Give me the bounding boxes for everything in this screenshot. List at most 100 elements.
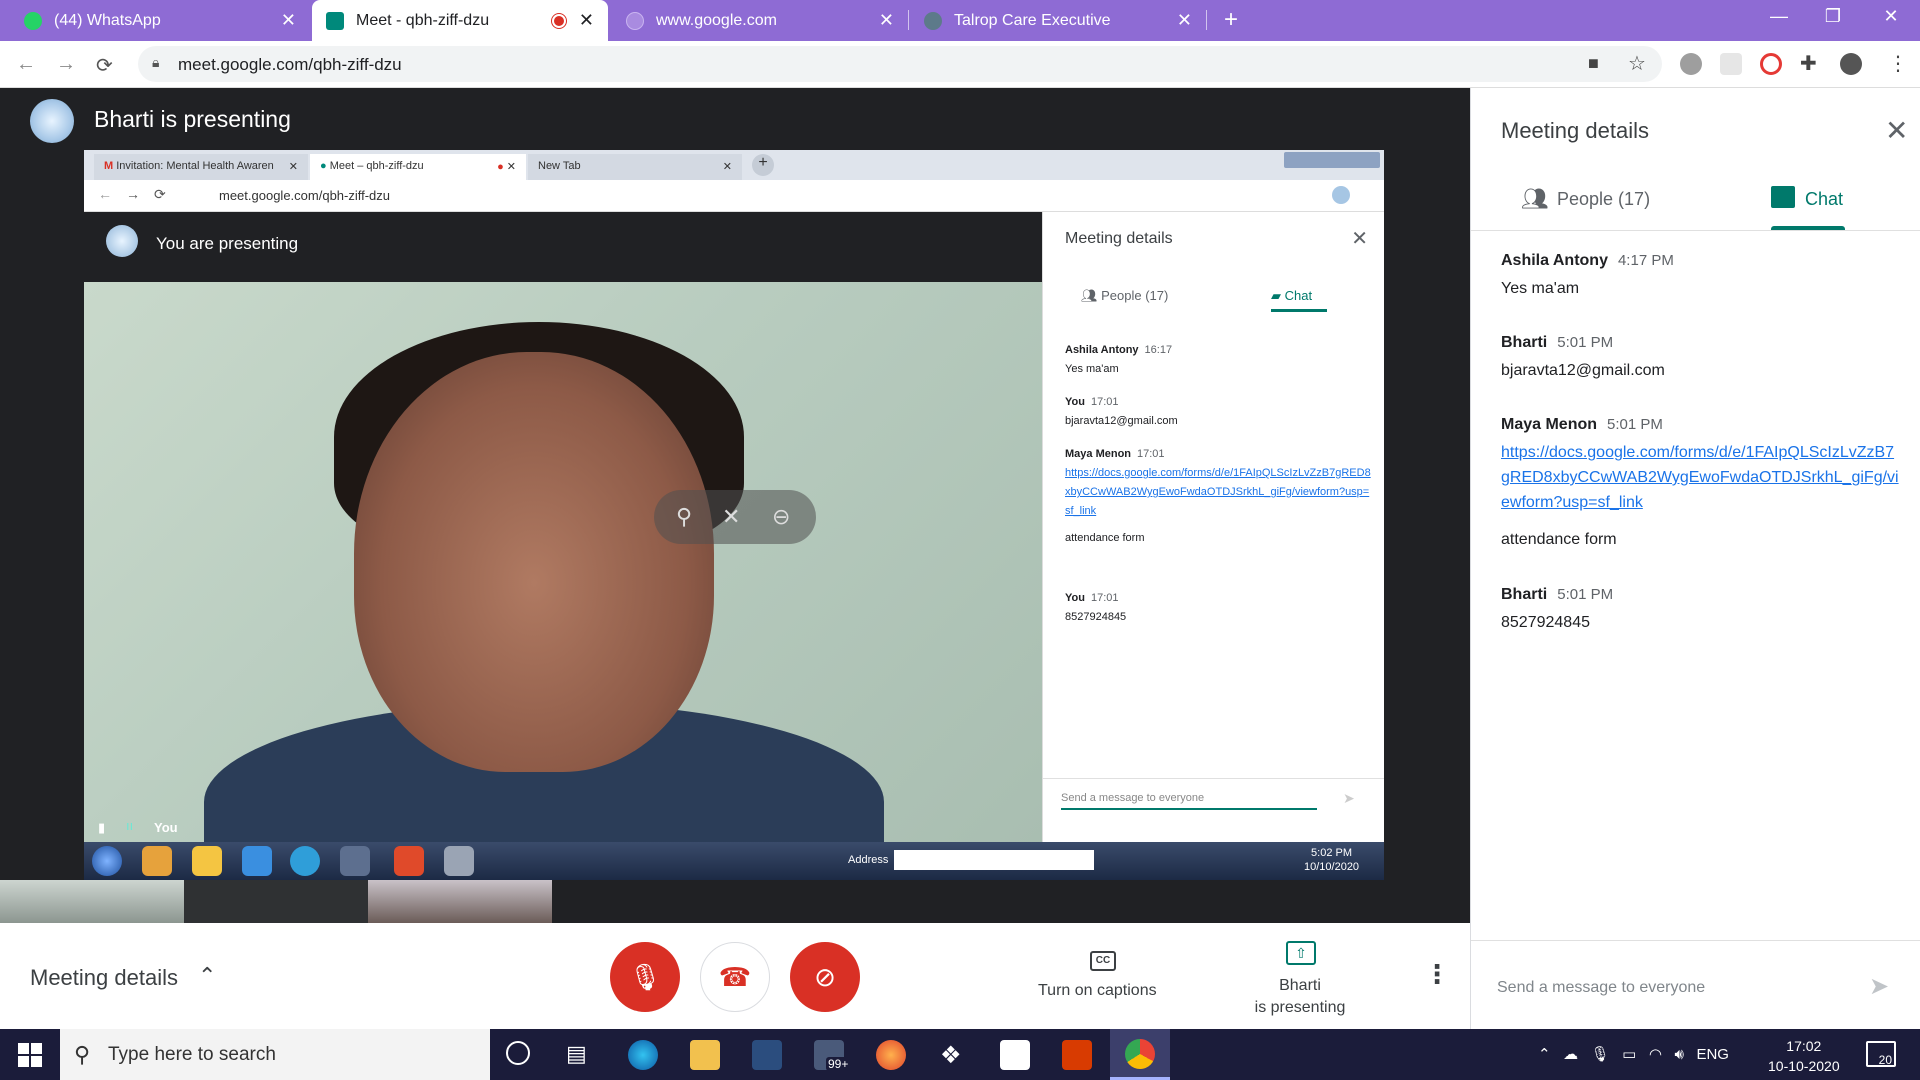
- tab-talrop[interactable]: Talrop Care Executive ✕: [910, 0, 1206, 41]
- presentation-stage: Bharti is presenting M Invitation: Menta…: [0, 88, 1470, 923]
- window-close-icon[interactable]: ✕: [1868, 6, 1914, 27]
- profile-avatar[interactable]: [1840, 53, 1862, 75]
- chat-message: Maya Menon 5:01 PM https://docs.google.co…: [1501, 416, 1901, 552]
- participant-thumbnail[interactable]: [184, 880, 368, 923]
- amazon-icon[interactable]: [1000, 1040, 1030, 1070]
- dropbox-icon[interactable]: ❖: [940, 1041, 962, 1070]
- tab-whatsapp[interactable]: (44) WhatsApp ✕: [10, 0, 310, 41]
- mic-off-button[interactable]: 🎙︎: [610, 942, 680, 1012]
- store-icon[interactable]: [752, 1040, 782, 1070]
- close-icon[interactable]: ✕: [879, 10, 894, 31]
- meet-icon: ●: [320, 160, 330, 172]
- taskbar-clock[interactable]: 17:02 10-10-2020: [1768, 1036, 1840, 1076]
- tab-google[interactable]: www.google.com ✕: [612, 0, 908, 41]
- presenter-title: Bharti is presenting: [94, 106, 291, 132]
- cortana-icon[interactable]: [506, 1041, 530, 1065]
- tab-people[interactable]: People (17): [1557, 189, 1650, 210]
- message-body: bjaravta12@gmail.com: [1501, 362, 1665, 379]
- tab-chat[interactable]: Chat: [1805, 189, 1843, 210]
- language-indicator: ENG: [1696, 1046, 1729, 1063]
- search-placeholder: Type here to search: [108, 1044, 276, 1065]
- file-explorer-icon[interactable]: [690, 1040, 720, 1070]
- mic-icon: 🎙︎: [1590, 1046, 1610, 1063]
- extension-icon[interactable]: [1760, 53, 1782, 75]
- chat-icon[interactable]: [1771, 186, 1795, 208]
- message-body: 8527924845: [1501, 614, 1590, 631]
- back-icon[interactable]: ←: [16, 53, 36, 76]
- battery-icon: ▭: [1622, 1046, 1637, 1063]
- minimize-icon[interactable]: —: [1756, 6, 1802, 27]
- mic-off-icon: 🎙︎: [628, 961, 662, 992]
- app-icon: [394, 846, 424, 876]
- system-tray[interactable]: ⌃ ☁ 🎙︎ ▭ ◠ 🔊︎ ENG: [1538, 1045, 1729, 1063]
- people-icon[interactable]: 👥︎: [1521, 186, 1549, 212]
- close-icon[interactable]: ✕: [579, 10, 594, 31]
- firefox-icon[interactable]: [876, 1040, 906, 1070]
- chevron-up-icon[interactable]: ⌃: [198, 963, 216, 989]
- task-view-icon[interactable]: ▤: [566, 1041, 587, 1067]
- close-icon[interactable]: ✕: [281, 10, 296, 31]
- forward-icon[interactable]: →: [56, 53, 76, 76]
- more-options-icon[interactable]: ⋮: [1424, 959, 1450, 990]
- meeting-control-bar: Meeting details ⌃ 🎙︎ ☎︎ ⊘ CC Turn on cap…: [0, 923, 1470, 1029]
- restore-icon[interactable]: ❐: [1810, 6, 1856, 27]
- folder-icon: [192, 846, 222, 876]
- taskbar-search[interactable]: ⚲ Type here to search: [60, 1029, 490, 1080]
- windows-start-icon[interactable]: [18, 1043, 42, 1067]
- url-text: meet.google.com/qbh-ziff-dzu: [178, 55, 402, 74]
- message-body: attendance form: [1501, 531, 1617, 548]
- message-input[interactable]: Send a message to everyone: [1497, 979, 1705, 997]
- chat-message: Bharti 5:01 PM bjaravta12@gmail.com: [1501, 334, 1901, 383]
- shared-clock: 5:02 PM 10/10/2020: [1304, 847, 1360, 873]
- captions-button[interactable]: Turn on captions: [1038, 982, 1157, 1000]
- office-icon[interactable]: [1062, 1040, 1092, 1070]
- omnibox[interactable]: 🔒︎ meet.google.com/qbh-ziff-dzu ■ ☆: [138, 46, 1662, 82]
- meeting-details-panel: Meeting details ✕ 👥︎ People (17) Chat As…: [1470, 88, 1920, 1029]
- camera-off-button[interactable]: ⊘: [790, 942, 860, 1012]
- chrome-icon: [1125, 1039, 1155, 1069]
- chat-message: You 17:01 8527924845: [1065, 592, 1127, 623]
- taskbar-chrome[interactable]: [1110, 1029, 1170, 1080]
- close-icon[interactable]: ✕: [1177, 10, 1192, 31]
- tab-title: Meet - qbh-ziff-dzu: [356, 11, 490, 29]
- self-label: You: [154, 820, 178, 835]
- shared-tab: M Invitation: Mental Health Awaren ✕: [94, 154, 308, 180]
- close-panel-icon[interactable]: ✕: [1885, 114, 1908, 147]
- camera-icon[interactable]: ■: [1588, 53, 1599, 74]
- participant-thumbnail[interactable]: [368, 880, 552, 923]
- windows-taskbar: ⚲ Type here to search ▤ 99+ ❖ ⌃ ☁ 🎙︎ ▭ ◠…: [0, 1029, 1920, 1080]
- reload-icon[interactable]: ⟳: [96, 53, 113, 78]
- app-icon: [444, 846, 474, 876]
- meeting-details-button[interactable]: Meeting details: [30, 965, 178, 991]
- closed-captions-icon[interactable]: CC: [1090, 951, 1116, 971]
- puzzle-icon[interactable]: ✚: [1800, 51, 1817, 76]
- pin-icon: ▮: [98, 820, 106, 835]
- chat-message: Maya Menon 17:01 https://docs.google.com/…: [1065, 448, 1371, 544]
- send-icon[interactable]: ➤: [1869, 972, 1889, 1001]
- new-tab-button[interactable]: +: [1224, 6, 1238, 34]
- leave-call-button[interactable]: ☎︎: [700, 942, 770, 1012]
- tab-meet[interactable]: Meet - qbh-ziff-dzu ✕: [312, 0, 608, 41]
- present-button[interactable]: Bharti is presenting: [1230, 975, 1370, 1019]
- participant-thumbnail[interactable]: [0, 880, 184, 923]
- chat-message: You 17:01 bjaravta12@gmail.com: [1065, 396, 1178, 427]
- shared-presenting-bar: You are presenting: [84, 212, 1042, 282]
- chat-link[interactable]: https://docs.google.com/forms/d/e/1FAIpQ…: [1501, 444, 1899, 511]
- self-video: ⚲ ✕ ⊖ ▮ ıı You: [84, 282, 1042, 842]
- close-icon: ✕: [1351, 228, 1368, 250]
- cloud-icon: ☁: [1563, 1046, 1579, 1063]
- notification-center-icon[interactable]: 20: [1866, 1041, 1896, 1067]
- extension-icon[interactable]: [1680, 53, 1702, 75]
- message-body: Yes ma'am: [1501, 280, 1580, 297]
- address-label: Address: [848, 854, 889, 866]
- extension-icon[interactable]: [1720, 53, 1742, 75]
- panel-title: Meeting details: [1501, 118, 1649, 143]
- menu-kebab-icon[interactable]: ⋮: [1888, 51, 1908, 76]
- remove-icon: ⊖: [772, 504, 791, 529]
- sender-name: Bharti: [1501, 586, 1548, 603]
- tab-people: 👥︎ People (17): [1081, 288, 1169, 303]
- tab-title: www.google.com: [656, 11, 777, 29]
- edge-icon[interactable]: [628, 1040, 658, 1070]
- bookmark-star-icon[interactable]: ☆: [1628, 51, 1646, 76]
- present-screen-icon[interactable]: ⇧: [1286, 941, 1316, 965]
